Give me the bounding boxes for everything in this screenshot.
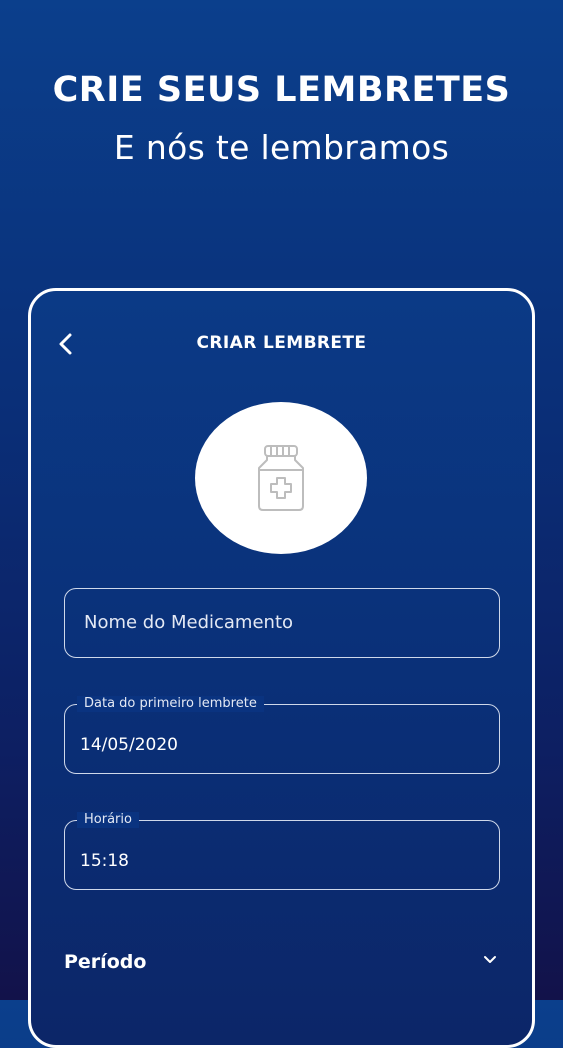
medication-name-placeholder: Nome do Medicamento [84, 612, 294, 633]
app-header: CRIAR LEMBRETE [31, 327, 532, 361]
time-field[interactable]: Horário 15:18 [64, 812, 500, 890]
time-value: 15:18 [80, 851, 129, 871]
period-label: Período [64, 951, 147, 973]
screen-title: CRIAR LEMBRETE [196, 333, 367, 353]
medication-photo-button[interactable] [195, 402, 367, 554]
medicine-bottle-icon [258, 445, 304, 511]
first-reminder-date-field[interactable]: Data do primeiro lembrete 14/05/2020 [64, 696, 500, 774]
first-reminder-date-value: 14/05/2020 [80, 735, 178, 755]
phone-frame: CRIAR LEMBRETE Nome do Medicamento Data … [28, 288, 535, 1048]
time-label: Horário [77, 812, 139, 828]
chevron-down-icon [484, 956, 496, 963]
promo-headline: CRIE SEUS LEMBRETES [52, 70, 511, 110]
medication-name-field[interactable]: Nome do Medicamento [64, 588, 500, 658]
promo-subheadline: E nós te lembramos [113, 128, 450, 167]
period-dropdown[interactable]: Período [64, 947, 499, 983]
first-reminder-date-label: Data do primeiro lembrete [77, 696, 264, 712]
